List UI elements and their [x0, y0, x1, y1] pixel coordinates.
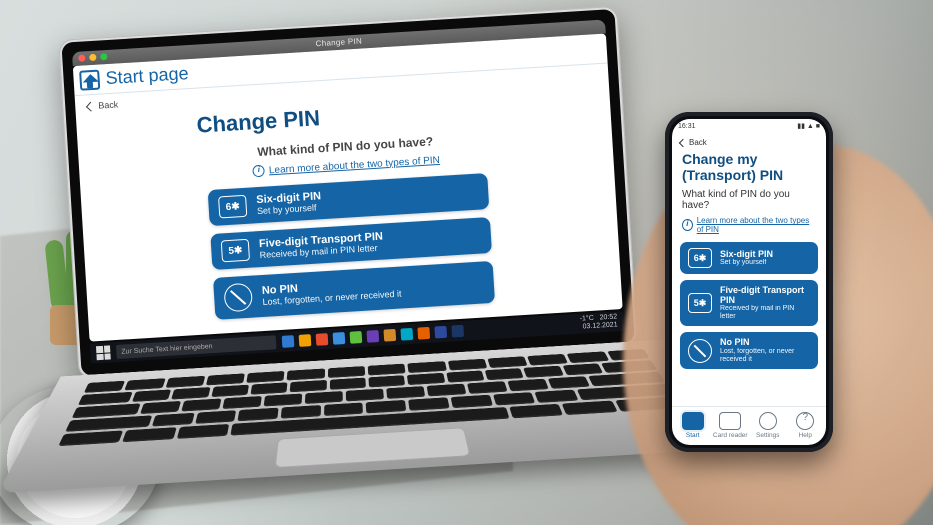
learn-more-text: Learn more about the two types of PIN — [269, 154, 441, 175]
taskbar-app-icon[interactable] — [434, 326, 447, 339]
taskbar-app-icon[interactable] — [367, 330, 380, 343]
phone-screen: 16:31 ▮▮ ▲ ■ Back Change my (Transport) … — [672, 119, 826, 445]
phone-option-no-pin[interactable]: No PIN Lost, forgotten, or never receive… — [680, 332, 818, 369]
phone-option-five-digit-transport-pin[interactable]: 5✱ Five-digit Transport PIN Received by … — [680, 280, 818, 326]
status-icons: ▮▮ ▲ ■ — [797, 122, 820, 130]
start-page-link[interactable]: Start page — [105, 63, 189, 89]
laptop-trackpad — [274, 427, 470, 468]
info-icon — [253, 165, 266, 178]
smartphone: 16:31 ▮▮ ▲ ■ Back Change my (Transport) … — [665, 112, 833, 452]
windows-start-icon[interactable] — [96, 345, 111, 360]
chevron-left-icon — [86, 101, 96, 111]
phone-learn-more-text: Learn more about the two types of PIN — [697, 216, 816, 234]
phone-page-subtitle: What kind of PIN do you have? — [672, 189, 826, 216]
option-title: Five-digit Transport PIN — [720, 286, 810, 305]
option-desc: Lost, forgotten, or never received it — [720, 348, 810, 363]
option-no-pin[interactable]: No PIN Lost, forgotten, or never receive… — [213, 261, 495, 320]
option-desc: Set by yourself — [720, 259, 773, 267]
back-label: Back — [98, 99, 119, 110]
chevron-left-icon — [679, 138, 687, 146]
five-pin-icon: 5✱ — [688, 293, 712, 313]
home-icon — [682, 412, 704, 430]
app-window: Start page Back Change PIN What kind of … — [73, 34, 623, 342]
taskbar-app-icon[interactable] — [417, 327, 430, 340]
option-title: Six-digit PIN — [720, 250, 773, 259]
search-placeholder: Zur Suche Text hier eingeben — [121, 343, 213, 356]
info-icon — [682, 219, 693, 231]
six-pin-icon: 6✱ — [688, 248, 712, 268]
no-pin-icon — [688, 339, 712, 363]
taskbar-clock[interactable]: -1°C 20:52 03.12.2021 — [580, 314, 618, 332]
phone-status-bar: 16:31 ▮▮ ▲ ■ — [672, 119, 826, 133]
laptop: Change PIN Start page Back Change PIN Wh… — [58, 5, 661, 509]
no-pin-icon — [223, 283, 253, 313]
window-close-icon[interactable] — [78, 54, 85, 61]
phone-back-label: Back — [689, 138, 707, 147]
taskbar-app-icon[interactable] — [383, 329, 396, 342]
option-five-digit-transport-pin[interactable]: 5✱ Five-digit Transport PIN Received by … — [210, 217, 492, 270]
nav-label: Card reader — [713, 432, 748, 439]
taskbar-app-icon[interactable] — [400, 328, 413, 341]
taskbar-app-icon[interactable] — [333, 332, 346, 345]
taskbar-app-icon[interactable] — [282, 335, 295, 348]
phone-learn-more-link[interactable]: Learn more about the two types of PIN — [672, 216, 826, 242]
nav-start[interactable]: Start — [674, 412, 712, 439]
six-pin-icon: 6✱ — [218, 195, 247, 219]
nav-help[interactable]: Help — [787, 412, 825, 439]
nav-label: Start — [686, 432, 700, 439]
window-title: Change PIN — [315, 36, 362, 48]
status-time: 16:31 — [678, 123, 696, 130]
taskbar-search[interactable]: Zur Suche Text hier eingeben — [116, 335, 277, 359]
taskbar-app-icon[interactable] — [350, 331, 363, 344]
gear-icon — [759, 412, 777, 430]
laptop-lid: Change PIN Start page Back Change PIN Wh… — [58, 6, 638, 380]
nav-card-reader[interactable]: Card reader — [712, 412, 750, 439]
nav-settings[interactable]: Settings — [749, 412, 787, 439]
taskbar-app-icon[interactable] — [299, 334, 312, 347]
nav-label: Help — [799, 432, 812, 439]
option-six-digit-pin[interactable]: 6✱ Six-digit PIN Set by yourself — [208, 173, 490, 226]
card-reader-icon — [719, 412, 741, 430]
window-minimize-icon[interactable] — [89, 54, 96, 61]
taskbar-app-icon[interactable] — [316, 333, 329, 346]
pin-options: 6✱ Six-digit PIN Set by yourself 5✱ Five… — [121, 168, 582, 326]
laptop-screen: Change PIN Start page Back Change PIN Wh… — [61, 9, 634, 376]
home-icon[interactable] — [79, 69, 100, 90]
phone-option-six-digit-pin[interactable]: 6✱ Six-digit PIN Set by yourself — [680, 242, 818, 274]
photo-scene: Change PIN Start page Back Change PIN Wh… — [0, 0, 933, 525]
back-button[interactable]: Back — [75, 93, 131, 118]
phone-pin-options: 6✱ Six-digit PIN Set by yourself 5✱ Five… — [672, 242, 826, 369]
help-icon — [796, 412, 814, 430]
phone-back-button[interactable]: Back — [672, 133, 826, 149]
nav-label: Settings — [756, 432, 780, 439]
phone-page-title: Change my (Transport) PIN — [672, 149, 826, 189]
five-pin-icon: 5✱ — [221, 239, 250, 263]
window-maximize-icon[interactable] — [100, 53, 107, 60]
option-title: No PIN — [720, 338, 810, 347]
taskbar-pinned-apps — [282, 325, 464, 348]
taskbar-temp: -1°C — [580, 315, 594, 323]
taskbar-app-icon[interactable] — [451, 325, 464, 338]
taskbar-date: 03.12.2021 — [582, 321, 617, 330]
option-desc: Received by mail in PIN letter — [720, 305, 810, 320]
phone-bottom-nav: Start Card reader Settings Help — [672, 406, 826, 445]
